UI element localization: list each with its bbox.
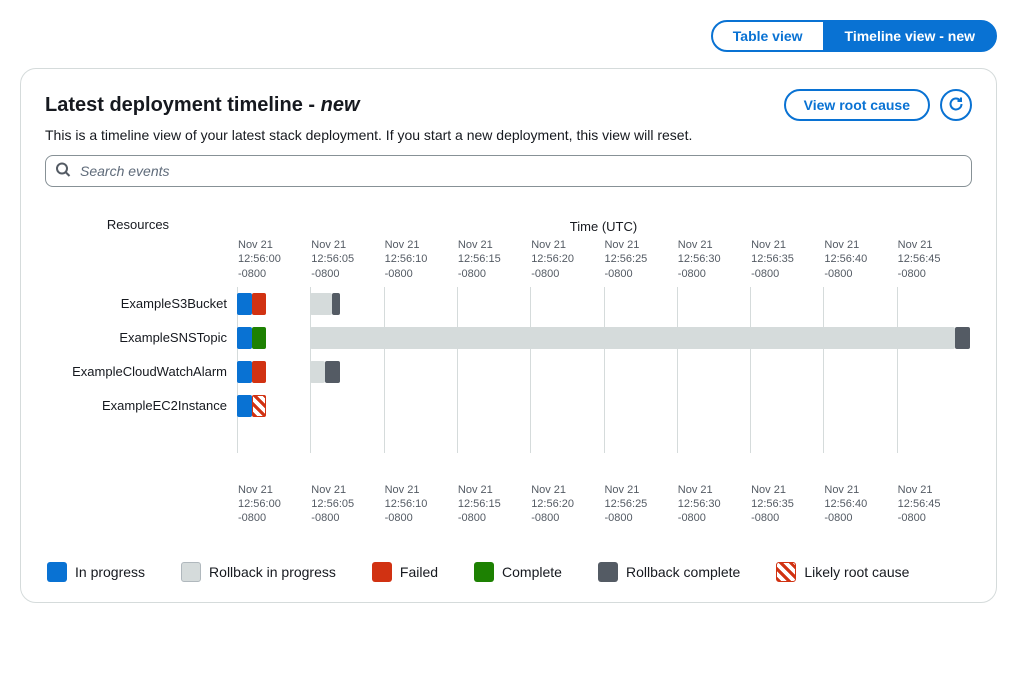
segment-rollback-complete[interactable]: [325, 361, 340, 383]
view-root-cause-button[interactable]: View root cause: [784, 89, 930, 121]
legend-in-progress: In progress: [47, 562, 145, 582]
time-tick: Nov 2112:56:25-0800: [603, 483, 676, 526]
subtitle: This is a timeline view of your latest s…: [45, 127, 972, 143]
timeline-row: [237, 327, 970, 349]
segment-rollback[interactable]: [310, 293, 332, 315]
legend: In progress Rollback in progress Failed …: [45, 562, 972, 582]
title-main: Latest deployment timeline -: [45, 94, 321, 116]
legend-rollback-in-progress: Rollback in progress: [181, 562, 336, 582]
segment-inprog[interactable]: [237, 293, 252, 315]
time-tick: Nov 2112:56:15-0800: [457, 238, 530, 281]
time-tick: Nov 2112:56:35-0800: [750, 483, 823, 526]
resources-axis-label: Resources: [47, 217, 237, 234]
time-tick: Nov 2112:56:25-0800: [603, 238, 676, 281]
tab-table-view[interactable]: Table view: [711, 20, 825, 52]
timeline-row: [237, 361, 970, 383]
resource-label: ExampleS3Bucket: [47, 287, 237, 321]
segment-root-cause[interactable]: [252, 395, 267, 417]
legend-complete: Complete: [474, 562, 562, 582]
time-tick: Nov 2112:56:30-0800: [677, 238, 750, 281]
timeline-panel: Latest deployment timeline - new View ro…: [20, 68, 997, 603]
time-tick: Nov 2112:56:20-0800: [530, 483, 603, 526]
segment-rollback[interactable]: [310, 327, 955, 349]
title-new-tag: new: [321, 94, 360, 116]
time-tick: Nov 2112:56:20-0800: [530, 238, 603, 281]
time-tick: Nov 2112:56:40-0800: [823, 483, 896, 526]
view-tabs: Table view Timeline view - new: [20, 20, 997, 52]
timeline-row: [237, 395, 970, 417]
time-tick: Nov 2112:56:05-0800: [310, 238, 383, 281]
time-tick: Nov 2112:56:45-0800: [897, 238, 970, 281]
resource-label: ExampleSNSTopic: [47, 321, 237, 355]
segment-complete[interactable]: [252, 327, 267, 349]
segment-rollback-complete[interactable]: [332, 293, 339, 315]
legend-failed: Failed: [372, 562, 438, 582]
segment-rollback-complete[interactable]: [955, 327, 970, 349]
resource-label: ExampleCloudWatchAlarm: [47, 355, 237, 389]
time-tick: Nov 2112:56:10-0800: [384, 238, 457, 281]
time-tick: Nov 2112:56:40-0800: [823, 238, 896, 281]
time-tick: Nov 2112:56:00-0800: [237, 238, 310, 281]
refresh-button[interactable]: [940, 89, 972, 121]
legend-root-cause: Likely root cause: [776, 562, 909, 582]
legend-rollback-complete: Rollback complete: [598, 562, 740, 582]
time-tick: Nov 2112:56:00-0800: [237, 483, 310, 526]
segment-inprog[interactable]: [237, 361, 252, 383]
segment-inprog[interactable]: [237, 327, 252, 349]
time-tick: Nov 2112:56:10-0800: [384, 483, 457, 526]
time-tick: Nov 2112:56:45-0800: [897, 483, 970, 526]
segment-failed[interactable]: [252, 361, 267, 383]
timeline-chart: Resources Time (UTC) Nov 2112:56:00-0800…: [45, 207, 972, 526]
refresh-icon: [948, 96, 964, 115]
page-title: Latest deployment timeline - new: [45, 94, 360, 117]
time-tick: Nov 2112:56:35-0800: [750, 238, 823, 281]
search-icon: [55, 162, 71, 181]
segment-inprog[interactable]: [237, 395, 252, 417]
segment-failed[interactable]: [252, 293, 267, 315]
segment-rollback[interactable]: [310, 361, 325, 383]
search-input[interactable]: [45, 155, 972, 187]
time-tick: Nov 2112:56:05-0800: [310, 483, 383, 526]
resource-label: ExampleEC2Instance: [47, 389, 237, 423]
tab-timeline-view[interactable]: Timeline view - new: [823, 20, 997, 52]
time-tick: Nov 2112:56:30-0800: [677, 483, 750, 526]
timeline-row: [237, 293, 970, 315]
time-tick: Nov 2112:56:15-0800: [457, 483, 530, 526]
time-axis-label: Time (UTC): [237, 219, 970, 234]
